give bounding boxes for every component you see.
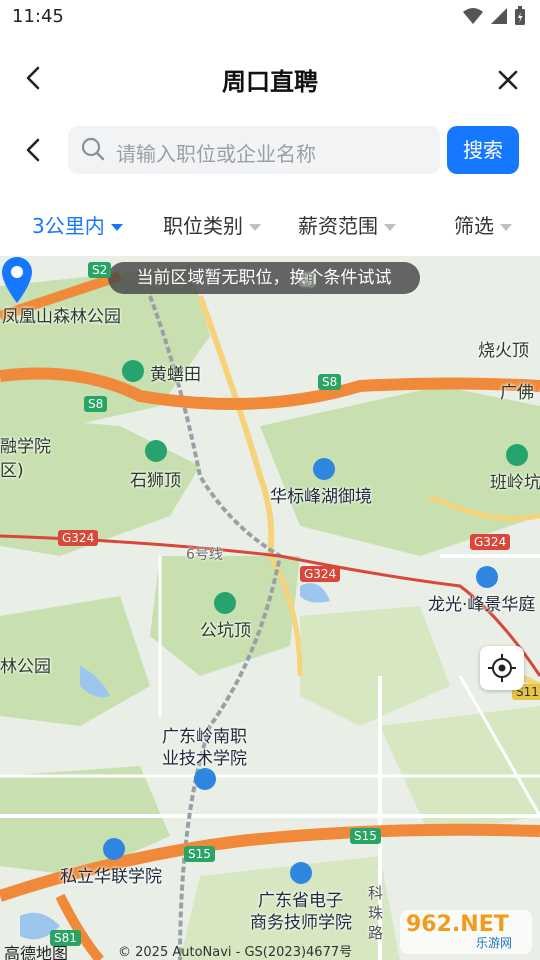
search-icon <box>81 137 105 161</box>
map-label-lingong-left: 林公园 <box>0 657 51 677</box>
filter-distance[interactable]: 3公里内 <box>32 210 123 239</box>
mountain-icon <box>122 360 144 382</box>
filter-distance-label: 3公里内 <box>32 214 105 238</box>
wifi-icon <box>463 8 483 24</box>
location-pin-icon[interactable] <box>0 256 34 304</box>
road-badge: S2 <box>88 262 112 278</box>
filter-job-category[interactable]: 职位类别 <box>163 210 261 239</box>
map-toast: 当前区域暂无职位，换个条件试试 <box>108 262 420 294</box>
filter-salary-label: 薪资范围 <box>298 214 378 238</box>
chevron-down-icon <box>110 224 123 231</box>
map-label-banling: 班岭坑 <box>490 473 540 493</box>
map-label-xueyuan-left-2: 区) <box>0 461 24 481</box>
title-bar: 周口直聘 <box>0 40 540 120</box>
watermark: 962.NET 乐游网 <box>400 910 532 954</box>
map-label-lingnan-2: 业技术学院 <box>162 749 247 769</box>
map-label-huangshantian: 黄蟮田 <box>150 365 201 385</box>
chevron-down-icon <box>249 224 261 231</box>
map-copyright: © 2025 AutoNavi - GS(2023)4677号 <box>118 945 353 960</box>
status-icons <box>462 6 526 26</box>
crosshair-icon <box>488 654 516 682</box>
search-input[interactable]: 请输入职位或企业名称 <box>68 126 440 174</box>
map-label-xueyuan-left-1: 融学院 <box>0 437 51 457</box>
search-placeholder: 请输入职位或企业名称 <box>116 142 316 166</box>
map-label-huabiao: 华标峰湖御境 <box>270 487 372 507</box>
map-label-kezhu-1: 科 <box>368 884 384 902</box>
filter-bar: 3公里内 职位类别 薪资范围 筛选 <box>0 190 540 254</box>
road-badge: S15 <box>184 846 215 862</box>
chevron-down-icon <box>384 224 396 231</box>
road-badge: G324 <box>470 534 511 550</box>
map-label-fenghuang: 凤凰山森林公园 <box>2 307 121 327</box>
filter-more-label: 筛选 <box>454 214 494 238</box>
filter-job-category-label: 职位类别 <box>163 214 243 238</box>
map-label-shaohuo: 烧火顶 <box>478 341 529 361</box>
mountain-icon <box>145 440 167 462</box>
building-icon <box>476 566 498 588</box>
map-label-sili: 私立华联学院 <box>60 867 162 887</box>
map-label-longguang: 龙光·峰景华庭 <box>428 595 536 615</box>
map-label-dianzi-2: 商务技师学院 <box>250 913 352 933</box>
filter-more[interactable]: 筛选 <box>454 210 512 239</box>
map-label-guangfo: 广佛 <box>500 383 534 403</box>
close-icon[interactable] <box>496 68 520 92</box>
page-title: 周口直聘 <box>222 68 318 96</box>
road-badge: S8 <box>84 396 108 412</box>
search-row: 请输入职位或企业名称 搜索 <box>0 120 540 180</box>
filter-salary[interactable]: 薪资范围 <box>298 210 396 239</box>
school-icon <box>194 768 216 790</box>
locate-me-button[interactable] <box>480 646 524 690</box>
map-label-shizi: 石狮顶 <box>130 471 181 491</box>
school-icon <box>290 862 312 884</box>
search-back-icon[interactable] <box>20 136 48 164</box>
map-view[interactable]: 当前区域暂无职位，换个条件试试 胡 凤凰山森林公园 黄蟮田 融学院 区) 石狮顶… <box>0 256 540 960</box>
map-label-line6: 6号线 <box>186 547 223 563</box>
mountain-icon <box>214 592 236 614</box>
chevron-down-icon <box>500 224 512 231</box>
watermark-sub: 乐游网 <box>476 936 513 950</box>
map-label-gongkeng: 公坑顶 <box>200 621 251 641</box>
map-label-top-partial: 胡 <box>300 273 314 289</box>
map-logo: 高德地图 <box>4 944 69 960</box>
road-badge: G324 <box>58 530 99 546</box>
status-time: 11:45 <box>12 6 64 27</box>
status-bar: 11:45 <box>0 0 540 34</box>
map-label-kezhu-2: 珠 <box>368 904 384 922</box>
search-button[interactable]: 搜索 <box>447 126 519 174</box>
road-badge: S8 <box>318 374 342 390</box>
battery-icon <box>515 6 525 25</box>
signal-icon <box>491 8 507 24</box>
mountain-icon <box>506 444 528 466</box>
road-badge: S15 <box>350 828 381 844</box>
school-icon <box>103 838 125 860</box>
building-icon <box>313 458 335 480</box>
road-badge: G324 <box>300 566 341 582</box>
